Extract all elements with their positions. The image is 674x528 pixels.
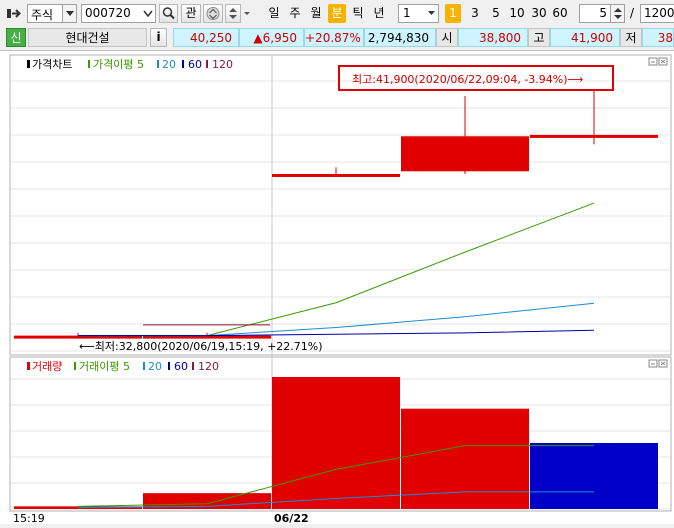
high-annotation: 최고:41,900(2020/06/22,09:04, -3.94%)⟶	[352, 73, 584, 86]
interval-5[interactable]: 5	[487, 4, 505, 23]
code-input[interactable]: 000720	[81, 4, 156, 23]
open-label: 시	[436, 28, 458, 47]
period-month[interactable]: 월	[307, 4, 325, 23]
legend-swatch-vma20	[143, 362, 145, 370]
chevron-down-icon[interactable]	[141, 5, 155, 22]
market-type-select[interactable]: 주식	[27, 4, 77, 23]
volume-bar	[530, 443, 658, 509]
info-button[interactable]: i	[150, 28, 167, 47]
legend-swatch-ma60	[182, 60, 184, 68]
dock-icon[interactable]	[6, 4, 24, 23]
stepper-arrows-icon[interactable]	[610, 5, 624, 22]
search-button[interactable]	[159, 4, 178, 23]
price-panel[interactable]	[9, 54, 672, 356]
credit-badge: 신	[6, 28, 26, 47]
period-day[interactable]: 일	[265, 4, 283, 23]
legend-ma20: 20	[162, 58, 176, 71]
legend-vma120: 120	[198, 360, 219, 373]
chevron-down-icon[interactable]	[425, 5, 438, 22]
low-annotation: ⟵최저:32,800(2020/06/19,15:19, +22.71%)	[79, 340, 323, 353]
legend-volume-ma-title: 거래이평 5	[79, 360, 130, 373]
count-stepper[interactable]: 5	[579, 4, 625, 23]
trade-volume: 2,794,830	[364, 28, 436, 47]
quote-bar: 신 현대건설 i 40,250 ▲6,950 +20.87% 2,794,830…	[0, 27, 674, 48]
time-axis-date-label: 06/22	[274, 512, 309, 525]
low-label: 저	[620, 28, 642, 47]
legend-ma60: 60	[188, 58, 202, 71]
volume-bar	[272, 377, 400, 509]
candle-body	[401, 136, 529, 172]
change-rate: +20.87%	[304, 28, 364, 47]
period-minute[interactable]: 분	[328, 4, 346, 23]
search-icon	[162, 7, 175, 20]
spin-button[interactable]	[225, 4, 241, 23]
open-price: 38,800	[458, 28, 528, 47]
period-tick[interactable]: 틱	[349, 4, 367, 23]
interval-10[interactable]: 10	[507, 4, 527, 23]
chart-area[interactable]: 가격차트 가격이평 5 20 60 120 거래량 거래이평 5 20 60 1…	[0, 50, 674, 525]
high-label: 고	[528, 28, 550, 47]
period-week[interactable]: 주	[286, 4, 304, 23]
legend-swatch-vma	[74, 362, 76, 370]
chevron-down-icon[interactable]	[242, 4, 252, 23]
total-count-value: 1200	[644, 6, 674, 20]
legend-swatch-ma20	[157, 60, 159, 68]
chevron-down-icon[interactable]	[62, 5, 76, 22]
legend-swatch-price	[27, 60, 30, 68]
candle-body	[272, 173, 400, 177]
total-count-input[interactable]: 1200	[640, 4, 674, 23]
legend-swatch-ma	[88, 60, 90, 68]
legend-swatch-vma60	[168, 362, 170, 370]
updown-icon	[206, 7, 220, 20]
interval-badge-1[interactable]: 1	[445, 4, 461, 23]
count-value: 5	[599, 6, 607, 20]
count-separator: /	[630, 6, 635, 20]
period-year[interactable]: 년	[370, 4, 388, 23]
legend-swatch-volume	[27, 362, 30, 370]
interval-60[interactable]: 60	[550, 4, 570, 23]
legend-vma20: 20	[148, 360, 162, 373]
sort-button[interactable]	[203, 4, 223, 23]
chart-canvas[interactable]: 가격차트 가격이평 5 20 60 120 거래량 거래이평 5 20 60 1…	[0, 51, 674, 525]
time-axis-start-label: 15:19	[13, 512, 45, 525]
low-price: 38	[642, 28, 674, 47]
market-type-label: 주식	[31, 8, 54, 22]
spin-icon	[229, 8, 237, 19]
interval-3[interactable]: 3	[466, 4, 484, 23]
price-change: ▲6,950	[239, 28, 304, 47]
legend-price-title: 가격차트	[32, 58, 72, 71]
legend-swatch-vma120	[192, 362, 194, 370]
toolbar: 주식 000720 관 일 주 월 분 틱 년 1 1 3 5 10 30 60…	[0, 0, 674, 27]
legend-swatch-ma120	[206, 60, 208, 68]
legend-price-ma-title: 가격이평 5	[93, 58, 144, 71]
high-price: 41,900	[550, 28, 620, 47]
stock-name: 현대건설	[28, 28, 147, 47]
interval-value: 1	[403, 6, 411, 20]
legend-volume-title: 거래량	[32, 360, 62, 373]
legend-vma60: 60	[174, 360, 188, 373]
candle-body	[530, 134, 658, 138]
interval-30[interactable]: 30	[529, 4, 549, 23]
code-value: 000720	[85, 6, 131, 20]
view-button[interactable]: 관	[181, 4, 201, 23]
legend-ma120: 120	[212, 58, 233, 71]
current-price: 40,250	[173, 28, 239, 47]
interval-select[interactable]: 1	[398, 4, 439, 23]
